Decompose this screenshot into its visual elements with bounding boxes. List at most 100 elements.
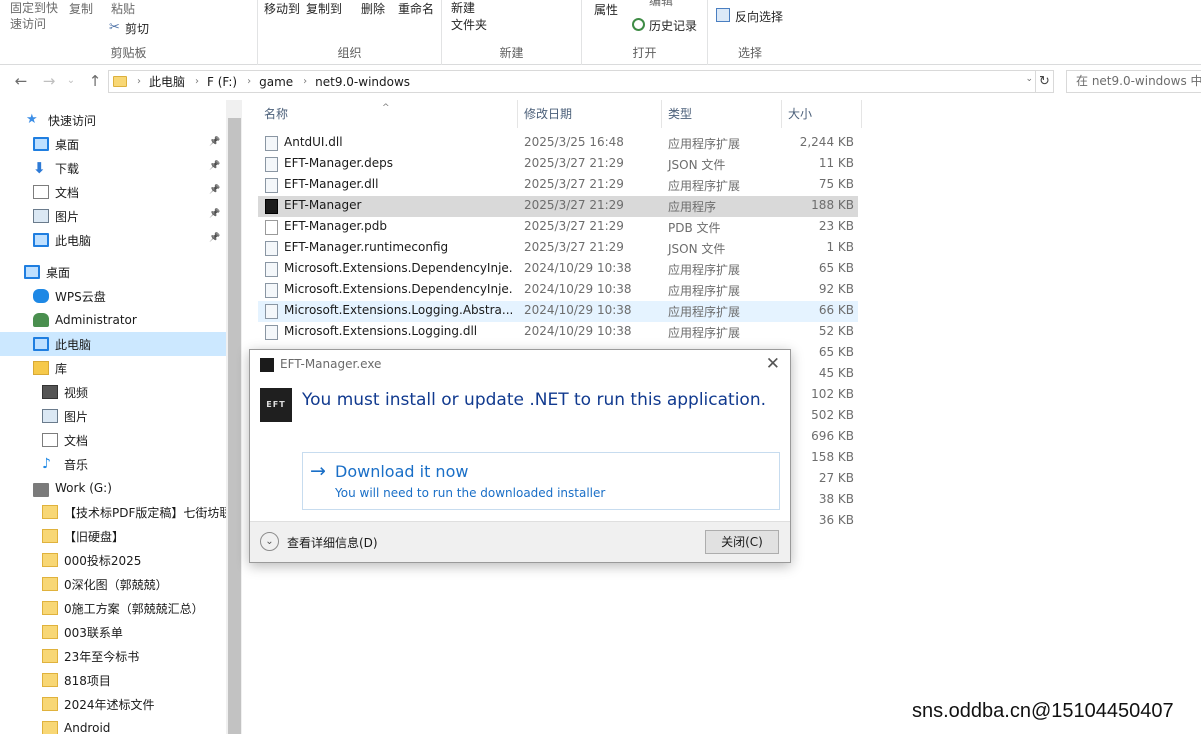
user-icon — [33, 313, 49, 327]
invert-selection-button[interactable]: 反向选择 — [735, 8, 783, 25]
chevron-right-icon[interactable]: › — [247, 76, 251, 87]
back-arrow-icon[interactable]: ← — [12, 72, 30, 90]
edit-button[interactable]: 编辑 — [649, 0, 673, 9]
close-icon[interactable]: ✕ — [766, 354, 780, 374]
address-bar[interactable]: › 此电脑 › F (F:) › game › net9.0-windows ⌄… — [108, 70, 1054, 93]
column-size-label: 大小 — [788, 107, 813, 121]
sidebar-item[interactable]: 视频 — [0, 380, 226, 404]
file-size: 1 KB — [826, 240, 854, 254]
select-group-label: 选择 — [737, 46, 762, 60]
sidebar-item[interactable]: Work (G:) — [0, 476, 226, 500]
breadcrumb-drive-f[interactable]: F (F:) — [207, 75, 237, 89]
refresh-icon[interactable]: ↻ — [1035, 71, 1053, 92]
copy-to-button[interactable]: 复制到 — [306, 0, 342, 17]
file-type: 应用程序扩展 — [668, 284, 741, 298]
file-row[interactable]: AntdUI.dll 2025/3/25 16:48 应用程序扩展 2,244 KB — [258, 133, 858, 154]
sidebar-item[interactable]: Administrator — [0, 308, 226, 332]
rename-button[interactable]: 重命名 — [398, 0, 434, 17]
forward-arrow-icon[interactable]: → — [40, 72, 58, 90]
sidebar-item[interactable]: 文档 📌 — [0, 180, 226, 204]
folder-icon — [42, 553, 58, 567]
move-to-button[interactable]: 移动到 — [264, 0, 300, 17]
sidebar-item[interactable]: 0施工方案（郭兢兢汇总） — [0, 596, 226, 620]
breadcrumb-game[interactable]: game — [259, 75, 293, 89]
file-name: Microsoft.Extensions.Logging.Abstra... — [284, 303, 512, 317]
download-now-title: Download it now — [335, 462, 469, 481]
properties-button[interactable]: 属性 — [594, 1, 618, 18]
new-folder-button[interactable]: 新建 文件夹 — [451, 0, 487, 34]
column-header-date[interactable]: 修改日期 — [518, 100, 662, 128]
sidebar-item[interactable]: 图片 📌 — [0, 204, 226, 228]
dialog-title: EFT-Manager.exe — [280, 357, 382, 371]
file-size: 188 KB — [811, 198, 854, 212]
up-arrow-icon[interactable]: ↑ — [86, 72, 104, 90]
column-header-type[interactable]: 类型 — [662, 100, 782, 128]
paste-button[interactable]: 粘贴 — [111, 0, 135, 17]
folder-icon — [42, 697, 58, 711]
sidebar-item[interactable]: 文档 — [0, 428, 226, 452]
sidebar-item[interactable]: 23年至今标书 — [0, 644, 226, 668]
chevron-right-icon[interactable]: › — [195, 76, 199, 87]
sidebar-item[interactable]: 【旧硬盘】 — [0, 524, 226, 548]
sidebar-item[interactable]: 此电脑 📌 — [0, 228, 226, 252]
sidebar-item[interactable]: 桌面 📌 — [0, 132, 226, 156]
file-type: 应用程序 — [668, 200, 717, 214]
file-row[interactable]: EFT-Manager.pdb 2025/3/27 21:29 PDB 文件 23 K… — [258, 217, 858, 238]
chevron-right-icon[interactable]: › — [137, 76, 141, 87]
dotnet-required-dialog: EFT-Manager.exe ✕ EFT You must install o… — [249, 349, 791, 563]
invert-selection-icon — [716, 8, 730, 22]
column-header-size[interactable]: 大小 — [782, 100, 862, 128]
sidebar-item[interactable]: ⬇ 下载 📌 — [0, 156, 226, 180]
video-icon — [42, 385, 58, 399]
cut-button[interactable]: 剪切 — [125, 20, 149, 37]
file-row[interactable]: Microsoft.Extensions.DependencyInje... 20… — [258, 259, 858, 280]
file-row[interactable]: Microsoft.Extensions.Logging.Abstra... 20… — [258, 301, 858, 322]
sidebar-item[interactable]: 0深化图（郭兢兢） — [0, 572, 226, 596]
show-details-toggle[interactable]: 查看详细信息(D) — [287, 534, 378, 551]
sidebar-item[interactable]: 【技术标PDF版定稿】七街坊联 — [0, 500, 228, 524]
delete-button[interactable]: 删除 — [361, 0, 385, 17]
file-size: 66 KB — [818, 303, 854, 317]
breadcrumb-this-pc[interactable]: 此电脑 — [149, 73, 185, 90]
file-row[interactable]: Microsoft.Extensions.DependencyInje... 20… — [258, 280, 858, 301]
breadcrumb-net9[interactable]: net9.0-windows — [315, 75, 410, 89]
sidebar-item[interactable]: ♪ 音乐 — [0, 452, 226, 476]
sidebar-item[interactable]: 000投标2025 — [0, 548, 226, 572]
sidebar-item-label: 音乐 — [64, 457, 89, 472]
file-type: 应用程序扩展 — [668, 326, 741, 340]
file-type: 应用程序扩展 — [668, 263, 741, 277]
copy-button[interactable]: 复制 — [69, 0, 93, 17]
file-row[interactable]: EFT-Manager.deps 2025/3/27 21:29 JSON 文件 11… — [258, 154, 858, 175]
history-button[interactable]: 历史记录 — [649, 17, 697, 34]
sidebar-item[interactable]: ★ 快速访问 — [0, 108, 226, 132]
pin-quick-access-button[interactable]: 固定到快速访问 — [10, 0, 60, 32]
recent-chevron-icon[interactable]: ⌄ — [62, 72, 80, 90]
sidebar-item[interactable]: 003联系单 — [0, 620, 226, 644]
sidebar-item-label: 0施工方案（郭兢兢汇总） — [64, 601, 204, 616]
sidebar-item[interactable]: 图片 — [0, 404, 226, 428]
sidebar-item[interactable]: 库 — [0, 356, 226, 380]
file-row[interactable]: EFT-Manager.dll 2025/3/27 21:29 应用程序扩展 75 K… — [258, 175, 858, 196]
chevron-right-icon[interactable]: › — [303, 76, 307, 87]
file-row[interactable]: Microsoft.Extensions.Logging.dll 2024/10/… — [258, 322, 858, 343]
sidebar-item[interactable]: 2024年述标文件 — [0, 692, 226, 716]
sidebar-item[interactable]: WPS云盘 — [0, 284, 226, 308]
sidebar-item[interactable]: 桌面 — [0, 260, 226, 284]
column-header-name[interactable]: 名称 ^ — [258, 100, 518, 128]
file-name: Microsoft.Extensions.DependencyInje... — [284, 282, 512, 296]
dll-file-icon — [265, 157, 278, 172]
sidebar-scrollbar-thumb[interactable] — [228, 118, 241, 734]
sidebar-item[interactable]: 此电脑 — [0, 332, 226, 356]
sidebar-item[interactable]: 818项目 — [0, 668, 226, 692]
file-row[interactable]: EFT-Manager 2025/3/27 21:29 应用程序 188 KB — [258, 196, 858, 217]
chevron-down-icon[interactable]: ⌄ — [260, 532, 279, 551]
file-row[interactable]: EFT-Manager.runtimeconfig 2025/3/27 21:29… — [258, 238, 858, 259]
close-button[interactable]: 关闭(C) — [705, 530, 779, 554]
sidebar-item[interactable]: Android — [0, 716, 226, 734]
search-input[interactable]: 在 net9.0-windows 中搜 — [1066, 70, 1201, 93]
ribbon: 固定到快速访问 复制 粘贴 ✂ 剪切 剪贴板 移动到 复制到 删除 重命名 组织… — [0, 0, 1201, 65]
download-now-link[interactable]: → Download it now You will need to run t… — [302, 452, 780, 510]
pin-icon: 📌 — [209, 161, 221, 171]
chevron-down-icon[interactable]: ⌄ — [1025, 74, 1033, 84]
file-name: EFT-Manager.runtimeconfig — [284, 240, 449, 254]
